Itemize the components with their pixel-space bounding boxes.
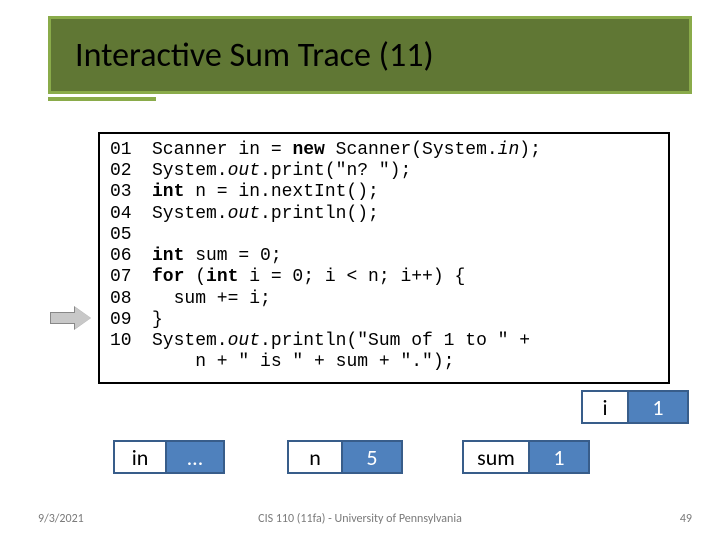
slide-title: Interactive Sum Trace (11) [75, 35, 434, 76]
code-text: System.out.println(); [152, 204, 379, 225]
line-number: 10 [110, 331, 152, 352]
var-pair-in: in … [113, 440, 225, 474]
line-number: 08 [110, 289, 152, 310]
title-underline [48, 97, 156, 101]
code-text: } [152, 310, 163, 331]
code-text: sum += i; [152, 289, 271, 310]
var-value-sum: 1 [528, 440, 590, 474]
code-line: 01Scanner in = new Scanner(System.in); [110, 140, 658, 161]
var-label-i: i [581, 390, 627, 424]
code-line: 06int sum = 0; [110, 246, 658, 267]
code-text: n + " is " + sum + "."); [152, 352, 454, 373]
code-text: int sum = 0; [152, 246, 282, 267]
code-line: 07for (int i = 0; i < n; i++) { [110, 267, 658, 288]
line-number: 07 [110, 267, 152, 288]
var-value-i: 1 [627, 390, 689, 424]
var-label-sum: sum [462, 440, 528, 474]
line-number [110, 352, 152, 373]
code-text: for (int i = 0; i < n; i++) { [152, 267, 465, 288]
code-line: n + " is " + sum + "."); [110, 352, 658, 373]
line-number: 01 [110, 140, 152, 161]
var-value-n: 5 [341, 440, 403, 474]
var-label-n: n [287, 440, 341, 474]
code-line: 02System.out.print("n? "); [110, 161, 658, 182]
code-line: 09} [110, 310, 658, 331]
code-line: 05 [110, 225, 658, 246]
var-pair-i: i 1 [581, 390, 689, 424]
line-number: 04 [110, 204, 152, 225]
var-pair-n: n 5 [287, 440, 403, 474]
line-number: 06 [110, 246, 152, 267]
code-text: Scanner in = new Scanner(System.in); [152, 140, 541, 161]
code-text: System.out.print("n? "); [152, 161, 411, 182]
footer-page-number: 49 [680, 512, 692, 526]
code-line: 10System.out.println("Sum of 1 to " + [110, 331, 658, 352]
code-text: System.out.println("Sum of 1 to " + [152, 331, 530, 352]
code-line: 04System.out.println(); [110, 204, 658, 225]
line-number: 09 [110, 310, 152, 331]
code-box: 01Scanner in = new Scanner(System.in);02… [98, 132, 670, 384]
var-value-in: … [165, 440, 225, 474]
footer-center: CIS 110 (11fa) - University of Pennsylva… [0, 512, 720, 526]
title-bar: Interactive Sum Trace (11) [48, 16, 692, 94]
code-line: 03int n = in.nextInt(); [110, 182, 658, 203]
execution-arrow [50, 308, 92, 330]
var-pair-sum: sum 1 [462, 440, 590, 474]
line-number: 05 [110, 225, 152, 246]
line-number: 03 [110, 182, 152, 203]
var-label-in: in [113, 440, 165, 474]
code-line: 08 sum += i; [110, 289, 658, 310]
code-text: int n = in.nextInt(); [152, 182, 379, 203]
line-number: 02 [110, 161, 152, 182]
